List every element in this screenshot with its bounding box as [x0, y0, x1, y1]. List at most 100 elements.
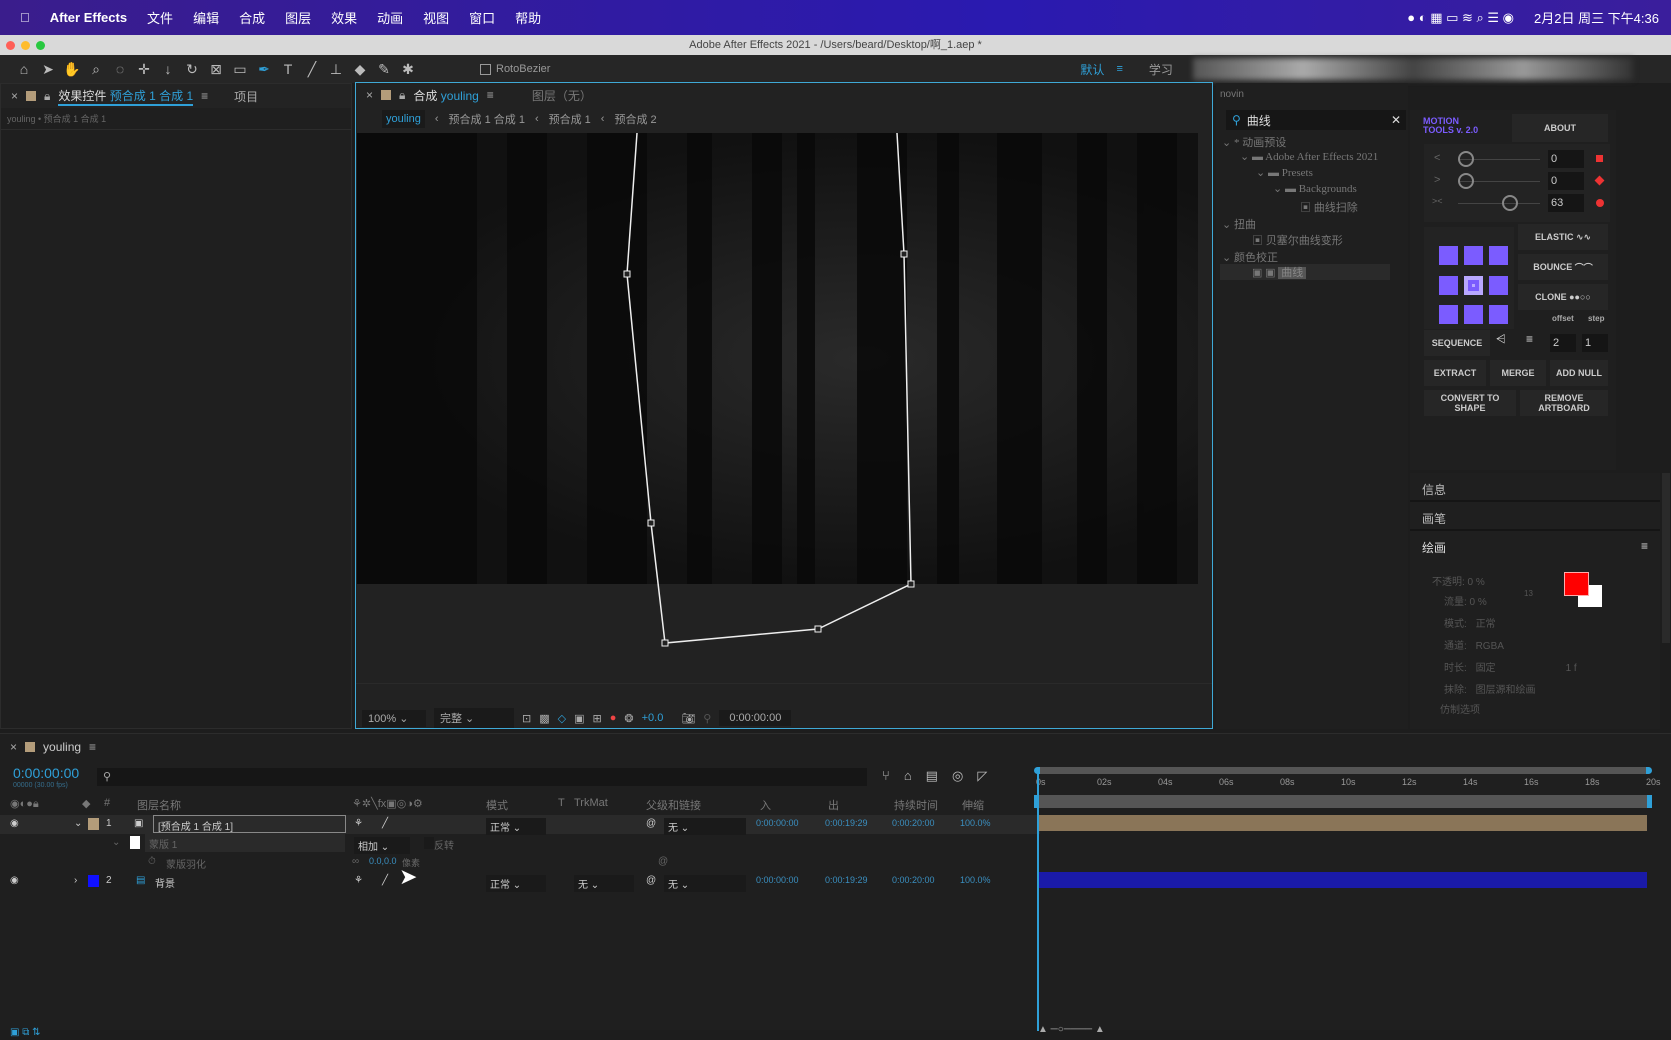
show-snapshot-icon[interactable]: ⚲ [703, 712, 711, 725]
hand-tool-icon[interactable]: ✋ [60, 61, 84, 78]
bounce-button[interactable]: BOUNCE ⌒⌒ [1518, 254, 1608, 280]
tab-effect-controls[interactable]: 效果控件 预合成 1 合成 1 [58, 87, 194, 106]
pickwhip-icon[interactable]: @ [646, 875, 656, 886]
brush-tool-icon[interactable]: ╱ [300, 61, 324, 78]
tree-item[interactable]: ⌄ ▬ Backgrounds [1273, 182, 1357, 195]
guides-icon[interactable]: ⊞ [593, 712, 602, 725]
breadcrumb-item[interactable]: youling [382, 110, 425, 128]
offset-input[interactable]: 2 [1550, 334, 1576, 352]
tree-item[interactable]: ▣ 贝塞尔曲线变形 [1252, 232, 1343, 248]
remove-artboard-button[interactable]: REMOVE ARTBOARD [1520, 390, 1608, 416]
expand-chevron-icon[interactable]: › [74, 875, 77, 886]
trkmat-dropdown[interactable]: 无 ⌄ [574, 875, 634, 892]
playhead[interactable] [1037, 774, 1039, 1031]
extract-button[interactable]: EXTRACT [1424, 360, 1486, 386]
status-icons[interactable]: ● ◐ ▦ ▭ ≋ ⌕ ☰ ◉ [1407, 10, 1514, 26]
erase-row[interactable]: 抹除: 图层源和绘画 [1444, 681, 1536, 696]
anchor-tool-icon[interactable]: ⊠ [204, 61, 228, 78]
layer-duration[interactable]: 0:00:20:00 [892, 875, 935, 885]
rotobezier-checkbox[interactable]: RotoBezier [480, 63, 550, 75]
parent-dropdown[interactable]: 无 ⌄ [664, 875, 746, 892]
ease-in-value[interactable]: 0 [1548, 150, 1584, 168]
frame-blending-icon[interactable]: ▤ [926, 768, 938, 784]
color-channels-icon[interactable]: ● [610, 712, 617, 724]
layer-label-color[interactable] [88, 875, 99, 887]
collapse-switch-icon[interactable]: ⚘ [354, 818, 363, 829]
tree-item[interactable]: ⌄ * 动画预设 [1222, 134, 1286, 150]
mask-color-swatch[interactable] [130, 836, 140, 849]
tab-composition[interactable]: 合成 youling [413, 87, 478, 104]
selection-tool-icon[interactable]: ➤ [36, 61, 60, 78]
pickwhip-icon[interactable]: @ [646, 818, 656, 829]
rotate-tool-icon[interactable]: ↻ [180, 61, 204, 78]
app-menu[interactable]: After Effects [50, 10, 127, 25]
quality-switch-icon[interactable]: ╱ [382, 818, 388, 829]
fast-preview-icon[interactable]: ⊡ [522, 712, 531, 725]
flow-field[interactable]: 流量: 0 % [1444, 593, 1487, 608]
menu-effect[interactable]: 效果 [331, 8, 357, 27]
quality-switch-icon[interactable]: ╱ [382, 875, 388, 886]
comp-viewer-image[interactable] [357, 133, 1198, 584]
quality-dropdown[interactable]: 完整 ⌄ [434, 708, 514, 728]
home-icon[interactable]: ⌂ [12, 61, 36, 77]
expression-pickwhip-icon[interactable]: @ [658, 856, 668, 867]
lock-icon[interactable]: 🔒︎ [399, 88, 405, 103]
expand-chevron-icon[interactable]: ⌄ [112, 837, 120, 848]
layer-in[interactable]: 0:00:00:00 [756, 875, 799, 885]
menu-window[interactable]: 窗口 [469, 8, 495, 27]
current-timecode[interactable]: 0:00:00:00 [13, 765, 79, 781]
anchor-bottom-left[interactable] [1439, 305, 1458, 325]
slider-knob[interactable] [1502, 195, 1518, 211]
comp-flowchart-icon[interactable]: ⑂ [882, 768, 890, 784]
merge-button[interactable]: MERGE [1490, 360, 1546, 386]
tree-item[interactable]: ⌄ ▬ Presets [1256, 166, 1313, 179]
scrollbar[interactable] [1662, 473, 1670, 643]
stopwatch-icon[interactable]: ⏱︎ [148, 856, 156, 867]
layer-bar[interactable] [1038, 872, 1647, 888]
about-button[interactable]: ABOUT [1512, 114, 1608, 142]
close-window-button[interactable] [6, 41, 15, 50]
timeline-footer-icons[interactable]: ▣ ⧉ ⇅ [10, 1027, 41, 1038]
sequence-button[interactable]: SEQUENCE [1424, 330, 1490, 356]
add-null-button[interactable]: ADD NULL [1550, 360, 1608, 386]
step-input[interactable]: 1 [1582, 334, 1608, 352]
close-icon[interactable]: × [366, 88, 373, 102]
apple-icon[interactable]:  [20, 10, 30, 25]
anchor-bottom-right[interactable] [1489, 305, 1508, 325]
eraser-tool-icon[interactable]: ◆ [348, 61, 372, 78]
opacity-field[interactable]: 不透明: 0 % [1432, 573, 1485, 588]
mask-name[interactable]: 蒙版 1 [145, 834, 345, 852]
menu-edit[interactable]: 编辑 [193, 8, 219, 27]
tree-item[interactable]: ⌄ 颜色校正 [1222, 249, 1278, 265]
layer-out[interactable]: 0:00:19:29 [825, 875, 868, 885]
mode-dropdown[interactable]: 正常 ⌄ [486, 875, 546, 892]
sequence-backward-icon[interactable]: ≡ [1526, 332, 1533, 346]
layer-bar[interactable] [1038, 815, 1647, 831]
info-panel-header[interactable]: 信息 [1410, 473, 1660, 502]
presets-search-input[interactable]: ⚲ 曲线 ✕ [1226, 110, 1406, 130]
zoom-dropdown[interactable]: 100% ⌄ [362, 709, 426, 727]
layer-label-color[interactable] [88, 818, 99, 830]
minimize-window-button[interactable] [21, 41, 30, 50]
tab-project[interactable]: 项目 [234, 88, 258, 105]
clone-button[interactable]: CLONE ●●○○ [1518, 284, 1608, 310]
collapse-switch-icon[interactable]: ⚘ [354, 875, 363, 886]
menu-help[interactable]: 帮助 [515, 8, 541, 27]
pen-tool-icon[interactable]: ✒ [252, 61, 276, 78]
breadcrumb-item[interactable]: 预合成 2 [614, 111, 656, 127]
motion-blur-icon[interactable]: ◎ [952, 768, 963, 784]
text-tool-icon[interactable]: T [276, 61, 300, 77]
visibility-eye-icon[interactable]: ◉ [10, 818, 19, 829]
orbit-tool-icon[interactable]: ◌ [108, 61, 132, 77]
convert-to-shape-button[interactable]: CONVERT TO SHAPE [1424, 390, 1516, 416]
puppet-tool-icon[interactable]: ✱ [396, 61, 420, 78]
keyframe-icon[interactable] [1594, 175, 1605, 186]
col-layer-name[interactable]: 图层名称 [137, 797, 181, 813]
transparency-grid-icon[interactable]: ▩ [539, 712, 549, 725]
mode-row[interactable]: 模式: 正常 [1444, 615, 1496, 630]
menu-file[interactable]: 文件 [147, 8, 173, 27]
tab-layer[interactable]: 图层（无） [532, 87, 592, 104]
clear-search-icon[interactable]: ✕ [1391, 113, 1401, 127]
snapshot-icon[interactable]: 📷︎ [681, 712, 695, 725]
tree-item[interactable]: ⌄ ▬ Adobe After Effects 2021 [1240, 150, 1378, 163]
